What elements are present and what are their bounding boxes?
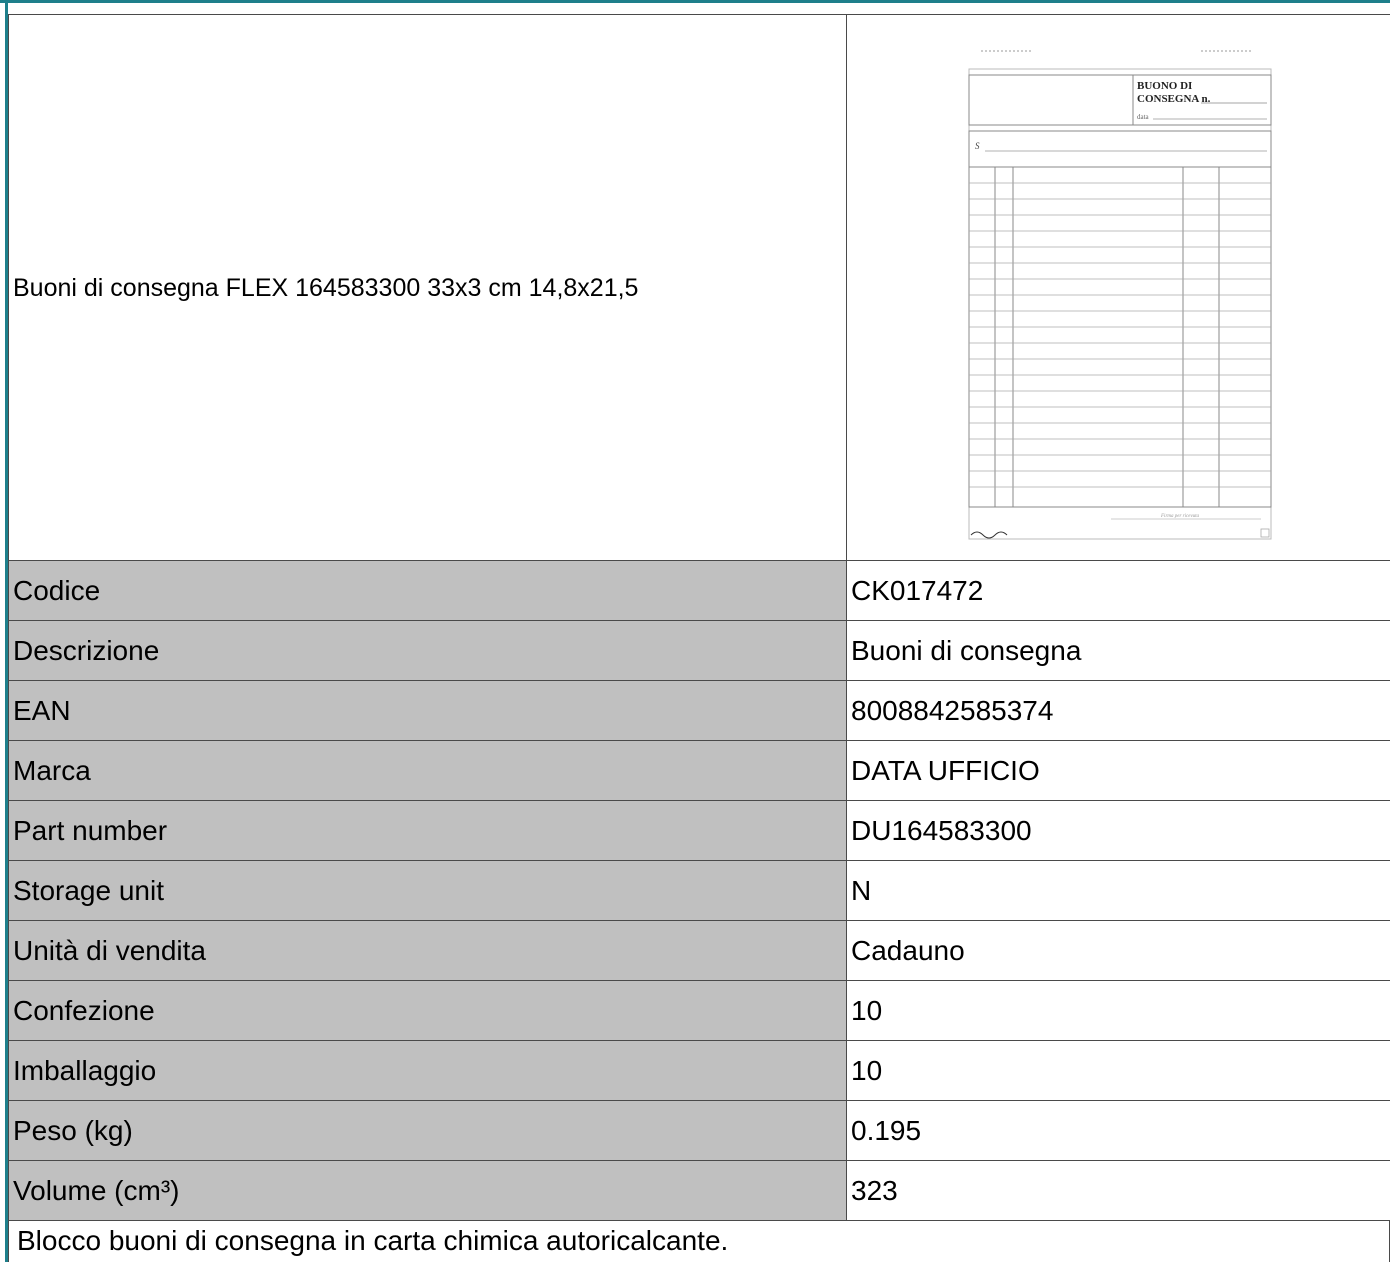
spec-label: Marca [8,740,847,801]
spec-row: EAN 8008842585374 [8,680,1390,741]
spec-label: Codice [8,560,847,621]
spec-row: Codice CK017472 [8,560,1390,621]
spec-label: Part number [8,800,847,861]
spec-label: Imballaggio [8,1040,847,1101]
spec-row: Descrizione Buoni di consegna [8,620,1390,681]
product-image-cell: BUONO DI CONSEGNA n. data S Firma per ri… [846,14,1390,561]
spec-value: Buoni di consegna [846,620,1390,681]
spec-label: EAN [8,680,847,741]
spec-label: Peso (kg) [8,1100,847,1161]
product-description: Blocco buoni di consegna in carta chimic… [8,1220,1390,1262]
spec-row: Marca DATA UFFICIO [8,740,1390,801]
spec-value: 10 [846,980,1390,1041]
form-signature-label: Firma per ricevuta [1160,514,1200,519]
spec-label: Unità di vendita [8,920,847,981]
form-heading-1: BUONO DI [1137,80,1192,92]
spec-value: 0.195 [846,1100,1390,1161]
spec-value: CK017472 [846,560,1390,621]
spec-row: Unità di vendita Cadauno [8,920,1390,981]
spec-value: 10 [846,1040,1390,1101]
product-header-row: Buoni di consegna FLEX 164583300 33x3 cm… [8,14,1390,561]
spec-label: Storage unit [8,860,847,921]
spec-row: Volume (cm³) 323 [8,1160,1390,1221]
spec-row: Storage unit N [8,860,1390,921]
product-sheet: Buoni di consegna FLEX 164583300 33x3 cm… [0,0,1390,1262]
product-title: Buoni di consegna FLEX 164583300 33x3 cm… [8,14,847,561]
spec-value: DATA UFFICIO [846,740,1390,801]
product-spec-table: Buoni di consegna FLEX 164583300 33x3 cm… [8,14,1390,1221]
spec-value: N [846,860,1390,921]
spec-row: Part number DU164583300 [8,800,1390,861]
delivery-note-form-image: BUONO DI CONSEGNA n. data S Firma per ri… [968,50,1271,539]
spec-rows: Codice CK017472 Descrizione Buoni di conseg… [8,560,1390,1221]
spec-label: Volume (cm³) [8,1160,847,1221]
spec-value: Cadauno [846,920,1390,981]
spec-label: Confezione [8,980,847,1041]
spec-row: Imballaggio 10 [8,1040,1390,1101]
top-border-rule [0,0,1390,3]
form-date-label: data [1137,113,1150,121]
spec-value: 8008842585374 [846,680,1390,741]
spec-value: 323 [846,1160,1390,1221]
spec-row: Peso (kg) 0.195 [8,1100,1390,1161]
spec-label: Descrizione [8,620,847,681]
form-s-label: S [975,141,980,151]
spec-value: DU164583300 [846,800,1390,861]
spec-row: Confezione 10 [8,980,1390,1041]
form-heading-2: CONSEGNA n. [1137,93,1211,105]
